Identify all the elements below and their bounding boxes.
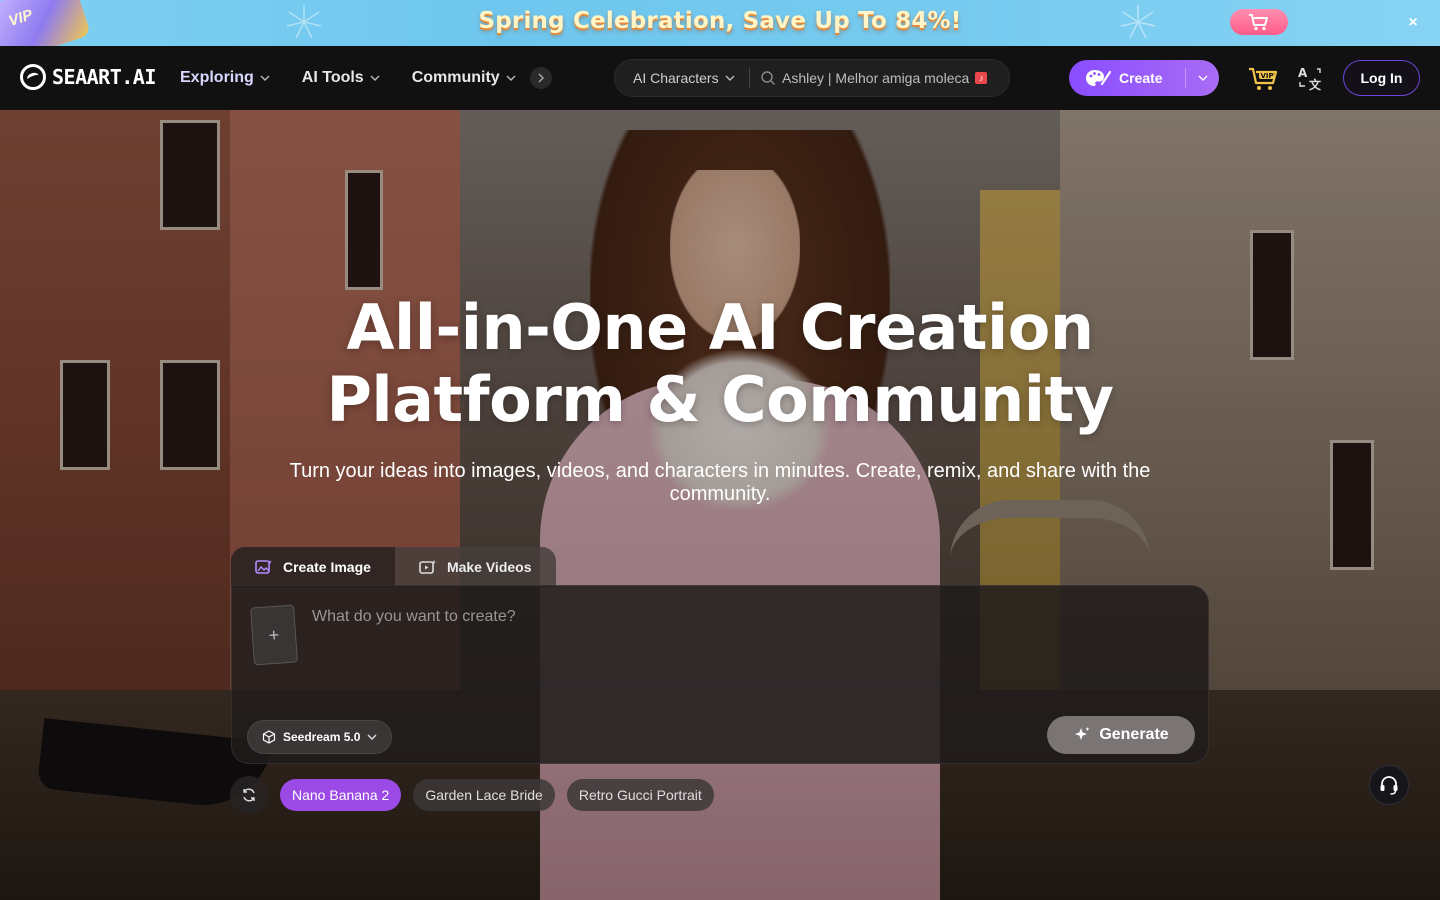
sparkle-icon [1075, 727, 1090, 740]
translate-icon[interactable]: A 文 [1297, 65, 1323, 91]
logo-icon [20, 64, 46, 90]
support-chat-button[interactable] [1369, 765, 1409, 805]
image-spark-icon [255, 560, 272, 574]
tab-make-videos[interactable]: Make Videos [394, 547, 556, 587]
search-bar[interactable]: AI Characters Ashley | Melhor amiga mole… [614, 59, 1010, 97]
logo[interactable]: SEAART.AI [20, 64, 156, 90]
refresh-icon [243, 788, 255, 802]
hero-headline-line1: All-in-One AI Creation [346, 291, 1094, 364]
create-dropdown-button[interactable] [1186, 73, 1219, 83]
prompt-input[interactable] [312, 608, 1172, 688]
logo-text: SEAART.AI [52, 65, 156, 89]
upload-image-button[interactable]: + [250, 604, 298, 666]
chevron-down-icon [260, 75, 270, 81]
search-icon [761, 71, 775, 85]
chevron-right-icon [538, 73, 544, 83]
cube-icon [262, 730, 276, 744]
tab-label: Create Image [283, 559, 371, 575]
login-button[interactable]: Log In [1343, 60, 1420, 96]
create-button[interactable]: Create [1069, 60, 1219, 96]
promo-banner[interactable]: VIP Spring Celebration, Save Up To 84%! … [0, 0, 1440, 46]
chevron-down-icon [367, 734, 377, 740]
nav-item-ai-tools[interactable]: AI Tools [302, 69, 380, 87]
svg-text:文: 文 [1309, 77, 1322, 91]
create-label: Create [1119, 70, 1163, 86]
tab-label: Make Videos [446, 559, 532, 575]
chevron-down-icon [725, 75, 735, 81]
create-main-button[interactable]: Create [1069, 68, 1185, 88]
search-category-label: AI Characters [633, 70, 719, 86]
svg-text:VIP: VIP [1261, 72, 1274, 80]
suggestion-chip[interactable]: Retro Gucci Portrait [566, 779, 714, 811]
nav-item-community[interactable]: Community [412, 69, 516, 87]
nav-item-label: AI Tools [301, 69, 364, 86]
vip-cart-icon[interactable]: VIP [1248, 66, 1280, 92]
promo-title[interactable]: Spring Celebration, Save Up To 84%! [0, 8, 1440, 34]
prompt-composer: + Seedream 5.0 Generate [231, 585, 1209, 764]
svg-text:A: A [1298, 66, 1308, 80]
close-icon[interactable]: × [1402, 12, 1424, 34]
hero-headline: All-in-One AI Creation Platform & Commun… [0, 292, 1440, 436]
nav-item-label: Exploring [180, 69, 254, 86]
suggestion-chip[interactable]: Nano Banana 2 [280, 779, 402, 811]
chevron-down-icon [1198, 75, 1207, 81]
headset-icon [1380, 776, 1398, 795]
chevron-down-icon [506, 75, 516, 81]
hero-subline: Turn your ideas into images, videos, and… [289, 460, 1151, 505]
palette-icon [1086, 70, 1111, 86]
generate-button[interactable]: Generate [1047, 716, 1195, 754]
main-menu: Exploring AI Tools Community [180, 46, 552, 110]
promo-cart-button[interactable] [1230, 9, 1288, 35]
refresh-suggestions-button[interactable] [230, 776, 268, 814]
model-selector[interactable]: Seedream 5.0 [247, 720, 393, 754]
composer-tabs: Create Image Make Videos [231, 547, 556, 587]
hero-headline-line2: Platform & Community [326, 363, 1114, 436]
search-divider [749, 68, 750, 88]
generate-label: Generate [1099, 726, 1169, 743]
hot-badge-icon: ♪ [975, 72, 988, 84]
nav-more-button[interactable] [529, 67, 552, 89]
suggestion-chips: Nano Banana 2 Garden Lace Bride Retro Gu… [230, 776, 714, 814]
suggestion-chip[interactable]: Garden Lace Bride [413, 779, 555, 811]
model-label: Seedream 5.0 [283, 730, 361, 744]
search-input[interactable]: Ashley | Melhor amiga moleca [782, 70, 969, 86]
cart-icon [1249, 14, 1268, 31]
nav-item-exploring[interactable]: Exploring [180, 69, 270, 87]
chevron-down-icon [370, 75, 380, 81]
nav-item-label: Community [411, 69, 500, 86]
top-navbar: SEAART.AI Exploring AI Tools Community A… [0, 46, 1440, 110]
tab-create-image[interactable]: Create Image [231, 547, 395, 587]
video-spark-icon [419, 560, 436, 574]
search-category-select[interactable]: AI Characters [633, 70, 743, 86]
